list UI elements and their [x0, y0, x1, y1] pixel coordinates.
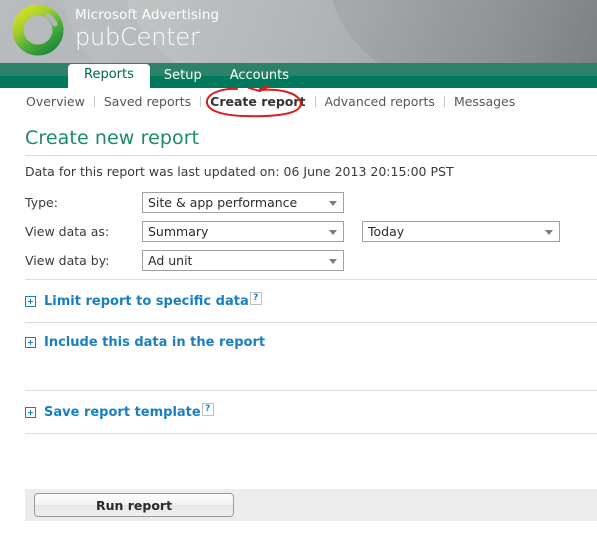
subnav-item-overview[interactable]: Overview [17, 94, 94, 109]
plus-box-icon[interactable] [25, 337, 36, 348]
form-row-view-data-as: View data as: Summary Today [25, 221, 597, 242]
form-row-type: Type: Site & app performance [25, 192, 597, 213]
subnav-item-advanced-reports[interactable]: Advanced reports [316, 94, 444, 109]
report-type-value: Site & app performance [148, 195, 298, 210]
title-divider [25, 155, 597, 156]
page-title: Create new report [25, 127, 200, 149]
secondary-navigation: Overview Saved reports Create report Adv… [0, 88, 597, 115]
brand-product-name: pubCenter [75, 23, 200, 52]
brand-logo-area[interactable]: Microsoft Advertising pubCenter [12, 4, 219, 56]
masthead: Microsoft Advertising pubCenter [0, 0, 597, 63]
subnav-item-create-report[interactable]: Create report [201, 94, 314, 109]
view-data-by-select[interactable]: Ad unit [142, 250, 344, 271]
section-limit-report[interactable]: Limit report to specific data? [0, 280, 597, 322]
chevron-down-icon [329, 200, 337, 206]
date-range-value: Today [368, 224, 405, 239]
question-mark-icon[interactable]: ? [249, 292, 262, 305]
subnav-item-messages[interactable]: Messages [445, 94, 524, 109]
run-report-button[interactable]: Run report [34, 493, 234, 517]
section-label-save-template[interactable]: Save report template [44, 405, 201, 420]
plus-box-icon[interactable] [25, 406, 36, 418]
form-row-view-data-by: View data by: Ad unit [25, 250, 597, 271]
section-divider [25, 433, 597, 434]
tab-reports[interactable]: Reports [68, 63, 150, 88]
subnav-item-saved-reports[interactable]: Saved reports [95, 94, 200, 109]
plus-box-icon[interactable] [25, 295, 36, 307]
section-label-include-data[interactable]: Include this data in the report [44, 335, 265, 350]
action-bar: Run report [25, 489, 597, 521]
view-data-as-select[interactable]: Summary [142, 221, 344, 242]
primary-navigation-bar: Reports Setup Accounts [0, 63, 597, 88]
green-ring-logo-icon [12, 4, 64, 56]
tab-accounts[interactable]: Accounts [216, 65, 303, 88]
label-view-data-by: View data by: [25, 253, 110, 268]
view-data-as-value: Summary [148, 224, 209, 239]
header-swoosh-decoration [330, 0, 597, 63]
chevron-down-icon [545, 229, 553, 235]
report-type-select[interactable]: Site & app performance [142, 192, 344, 213]
chevron-down-icon [329, 258, 337, 264]
section-label-limit-report[interactable]: Limit report to specific data [44, 294, 249, 309]
report-options-form: Type: Site & app performance View data a… [25, 192, 597, 271]
date-range-select[interactable]: Today [362, 221, 560, 242]
tab-setup[interactable]: Setup [150, 65, 216, 88]
label-type: Type: [25, 195, 58, 210]
primary-tabs: Reports Setup Accounts [68, 63, 303, 88]
last-updated-text: Data for this report was last updated on… [25, 164, 454, 179]
brand-company-name: Microsoft Advertising [75, 6, 220, 23]
chevron-down-icon [329, 229, 337, 235]
view-data-by-value: Ad unit [148, 253, 193, 268]
section-include-data[interactable]: Include this data in the report [0, 323, 597, 362]
label-view-data-as: View data as: [25, 224, 110, 239]
question-mark-icon[interactable]: ? [201, 403, 214, 416]
main-content: Create new report Data for this report w… [0, 127, 597, 434]
section-save-template[interactable]: Save report template? [0, 391, 597, 433]
